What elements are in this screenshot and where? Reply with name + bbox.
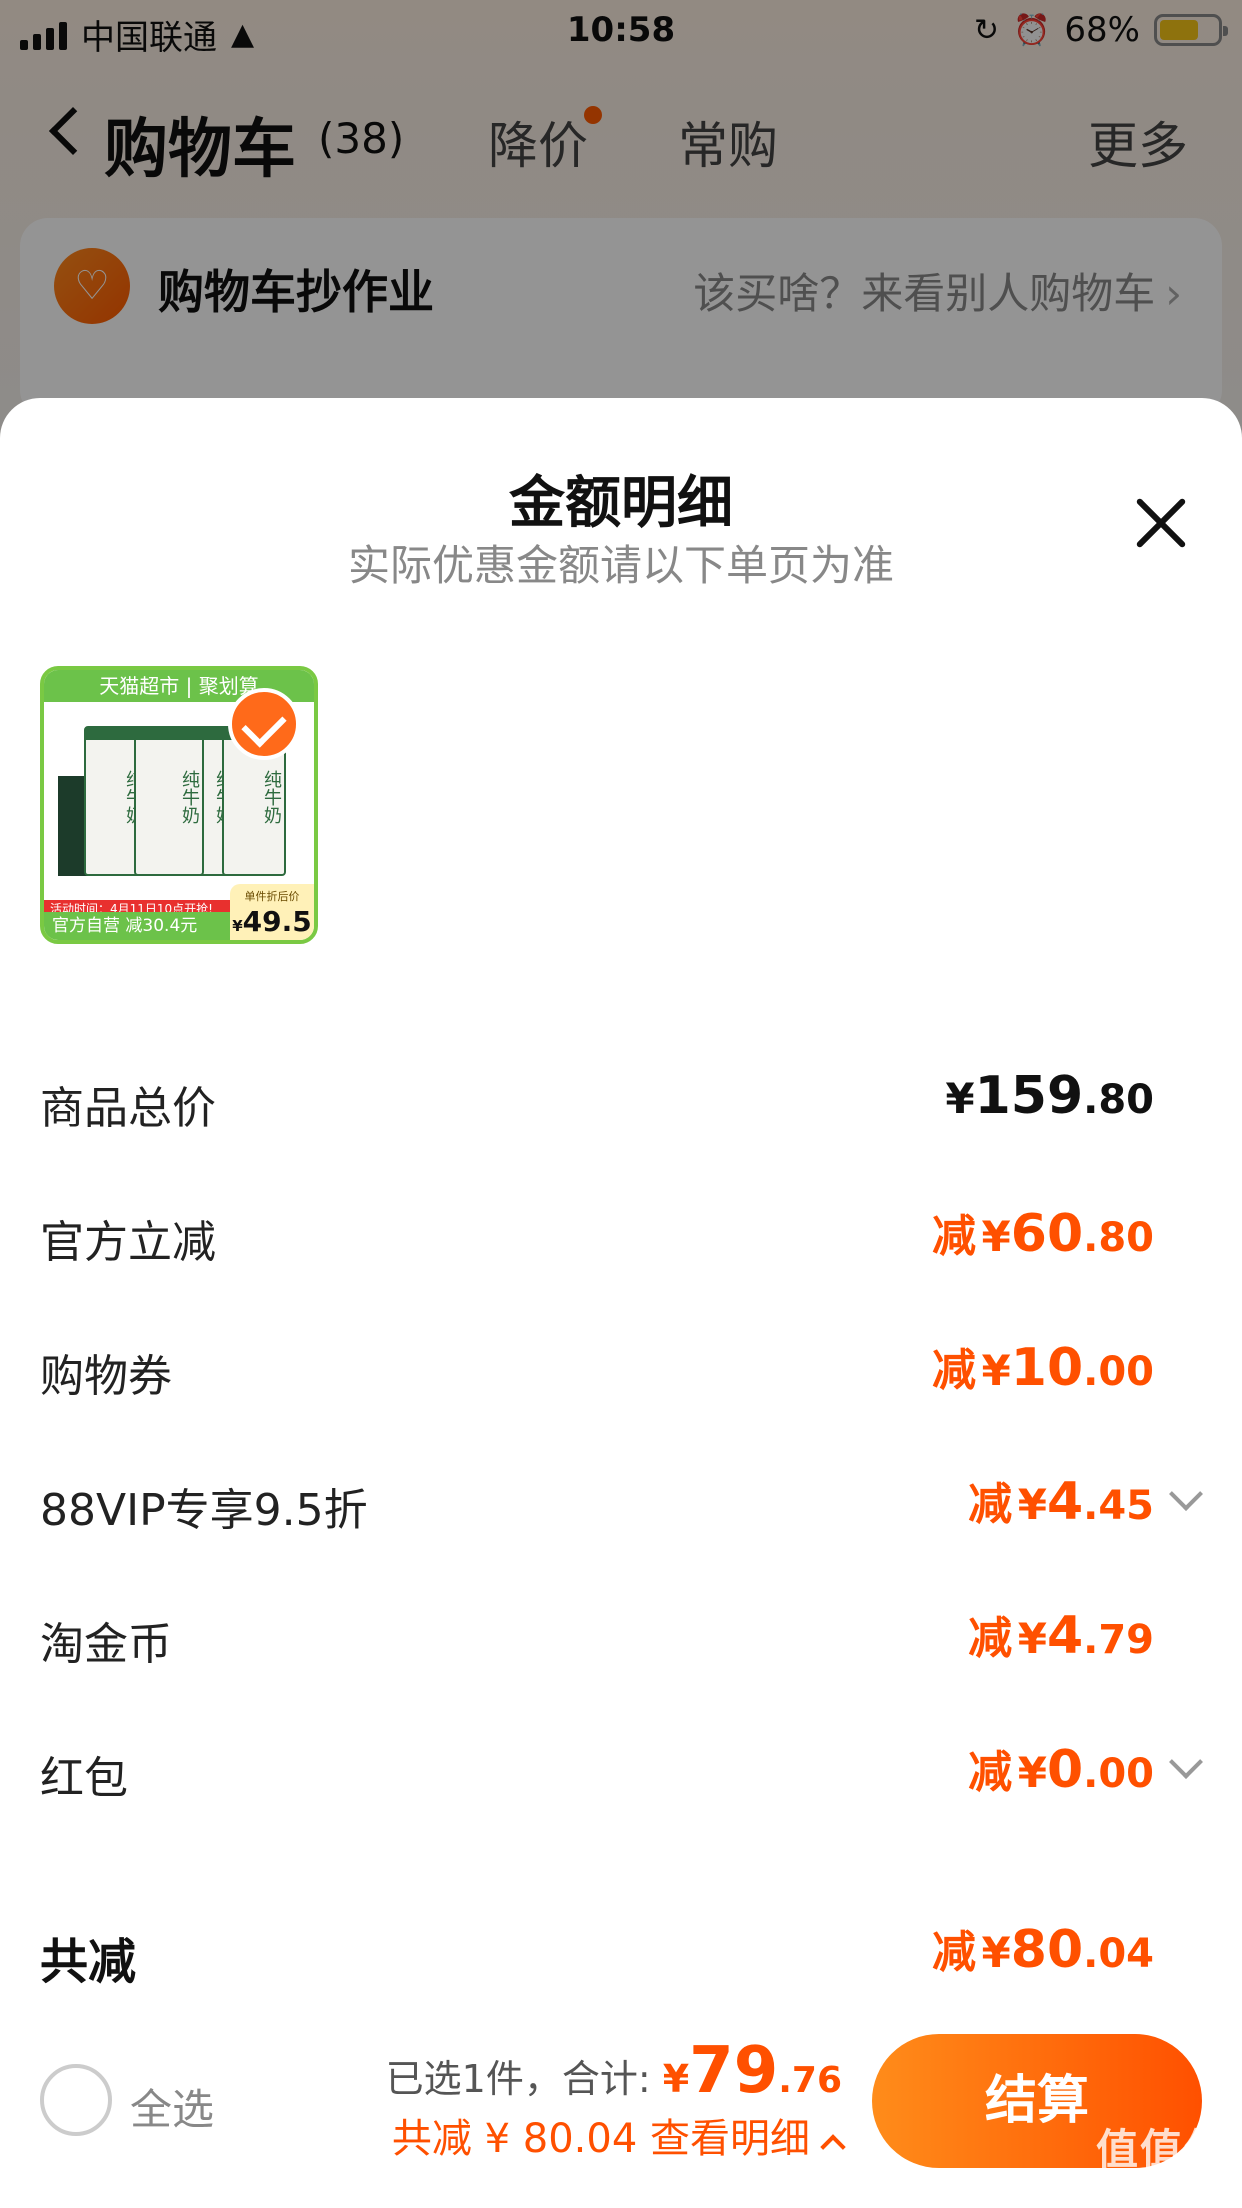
selected-check-icon[interactable] [228,688,300,760]
row-value: 减 ¥4.79 [968,1606,1154,1666]
row-official-discount: 官方立减 减 ¥60.80 [0,1194,1242,1274]
chevron-down-icon[interactable] [1169,1745,1203,1779]
chevron-up-icon [820,2134,846,2160]
amount-detail-sheet: 金额明细 实际优惠金额请以下单页为准 天猫超市 | 聚划算 纯牛奶 纯牛奶 纯牛… [0,398,1242,2208]
row-red-packet[interactable]: 红包 减 ¥0.00 [0,1730,1242,1810]
row-tao-coin: 淘金币 减 ¥4.79 [0,1596,1242,1676]
selected-count-text: 已选1件，合计: [385,2057,663,2101]
row-coupon: 购物券 减 ¥10.00 [0,1328,1242,1408]
row-value: 减 ¥80.04 [931,1920,1154,1980]
row-value: 减 ¥0.00 [968,1740,1154,1800]
select-all-label[interactable]: 全选 [130,2076,214,2137]
row-value: 减 ¥10.00 [931,1338,1154,1398]
row-label: 88VIP专享9.5折 [40,1485,368,1536]
sheet-subtitle: 实际优惠金额请以下单页为准 [347,541,894,590]
row-88vip[interactable]: 88VIP专享9.5折 减 ¥4.45 [0,1462,1242,1542]
row-value: 减 ¥4.45 [968,1472,1154,1532]
watermark-main: 值值值 [1095,2125,1228,2174]
checkout-bar: 全选 已选1件，合计: ¥79.76 共减 ¥ 80.04 查看明细 结算 值值… [0,2010,1242,2208]
watermark: 值值值 zhizhizhi.com [1096,2116,1228,2198]
summary-total-line: 已选1件，合计: ¥79.76 [386,2034,842,2108]
row-item-total: 商品总价 ¥159.80 [0,1060,1242,1140]
row-value: ¥159.80 [945,1066,1154,1126]
product-thumbnail[interactable]: 天猫超市 | 聚划算 纯牛奶 纯牛奶 纯牛奶 纯牛奶 活动时间：4月11日10点… [40,666,318,944]
row-label: 红包 [40,1753,128,1804]
row-value: 减 ¥60.80 [931,1204,1154,1264]
row-label: 淘金币 [40,1619,172,1670]
row-total-saved: 共减 减 ¥80.04 [0,1910,1242,1990]
order-summary: 已选1件，合计: ¥79.76 共减 ¥ 80.04 查看明细 [386,2034,846,2164]
official-badge: 官方自营 减30.4元 [44,912,234,940]
unit-price: ¥49.5 [232,905,312,938]
box-label: 纯牛奶 [261,770,282,824]
view-detail-link[interactable]: 共减 ¥ 80.04 查看明细 [386,2106,846,2164]
close-icon[interactable] [1132,494,1190,552]
row-label: 商品总价 [40,1083,216,1134]
select-all-radio[interactable] [40,2064,112,2136]
chevron-down-icon[interactable] [1169,1477,1203,1511]
sheet-title: 金额明细 [509,471,733,536]
watermark-sub: zhizhizhi.com [1101,2177,1223,2198]
total-price: ¥79.76 [662,2034,842,2108]
unit-price-box: 单件折后价 ¥49.5 [230,884,314,940]
row-label: 官方立减 [40,1217,216,1268]
unit-price-tag: 单件折后价 [244,890,300,903]
row-label: 共减 [40,1934,137,1990]
box-label: 纯牛奶 [179,770,200,824]
row-label: 购物券 [40,1351,172,1402]
saved-text: 共减 ¥ 80.04 查看明细 [391,2116,810,2162]
